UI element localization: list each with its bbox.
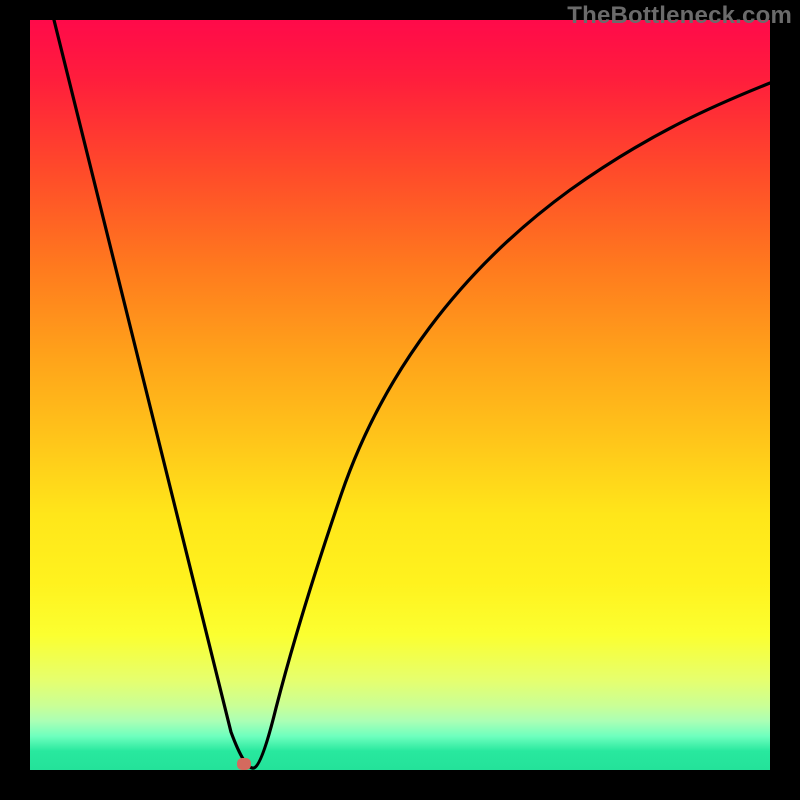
curve-svg (30, 20, 770, 770)
minimum-marker (237, 758, 251, 770)
plot-area (30, 20, 770, 770)
bottleneck-curve (54, 20, 770, 768)
watermark-text: TheBottleneck.com (567, 2, 792, 30)
chart-frame: TheBottleneck.com (0, 0, 800, 800)
